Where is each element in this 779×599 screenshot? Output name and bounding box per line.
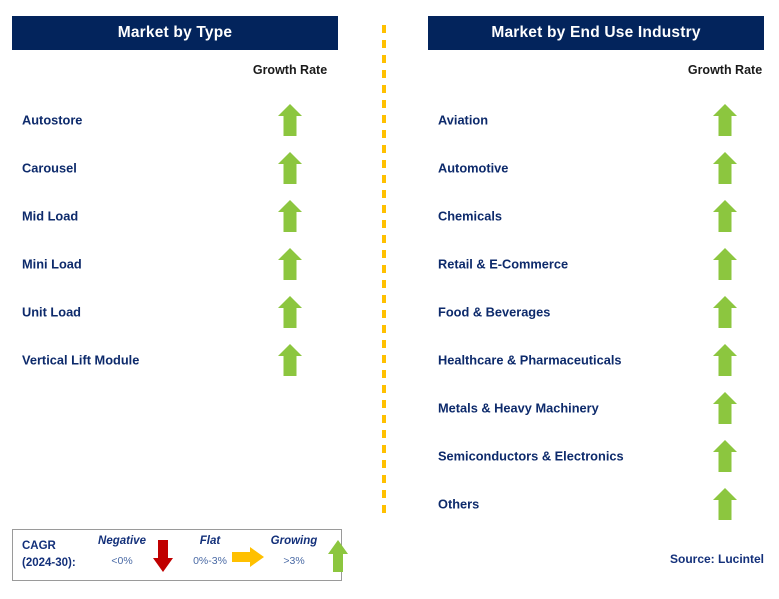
market-by-type-rows: Autostore Carousel Mid Load Mini Load Un (12, 96, 338, 384)
table-row: Autostore (12, 96, 338, 144)
table-row: Automotive (428, 144, 764, 192)
arrow-right-icon (231, 546, 265, 568)
legend-item-negative: Negative <0% (91, 535, 153, 567)
legend-item-growing: Growing >3% (263, 535, 325, 567)
row-label: Autostore (22, 112, 83, 128)
arrow-up-icon (712, 439, 738, 473)
table-row: Semiconductors & Electronics (428, 432, 764, 480)
row-label: Automotive (438, 160, 509, 176)
growth-rate-column-label: Growth Rate (687, 63, 763, 77)
table-row: Healthcare & Pharmaceuticals (428, 336, 764, 384)
arrow-up-icon (277, 199, 303, 233)
row-label: Unit Load (22, 304, 81, 320)
row-label: Carousel (22, 160, 77, 176)
row-label: Healthcare & Pharmaceuticals (438, 352, 622, 368)
growth-rate-column-label: Growth Rate (252, 63, 328, 77)
row-label: Mini Load (22, 256, 82, 272)
legend-range: >3% (283, 555, 305, 567)
source-note: Source: Lucintel (669, 552, 764, 566)
arrow-up-icon (712, 295, 738, 329)
table-row: Vertical Lift Module (12, 336, 338, 384)
table-row: Mini Load (12, 240, 338, 288)
table-row: Unit Load (12, 288, 338, 336)
arrow-up-icon (712, 199, 738, 233)
row-label: Mid Load (22, 208, 79, 224)
legend-title-line2: (2024-30): (22, 556, 76, 569)
table-row: Metals & Heavy Machinery (428, 384, 764, 432)
panel-title: Market by End Use Industry (491, 24, 701, 41)
arrow-up-icon (712, 343, 738, 377)
arrow-up-icon (277, 103, 303, 137)
arrow-up-icon (712, 391, 738, 425)
panel-header-market-by-type: Market by Type (12, 16, 338, 50)
row-label: Others (438, 496, 480, 512)
arrow-up-icon (712, 247, 738, 281)
table-row: Mid Load (12, 192, 338, 240)
legend-term: Growing (270, 535, 318, 547)
row-label: Semiconductors & Electronics (438, 448, 624, 464)
table-row: Carousel (12, 144, 338, 192)
row-label: Retail & E-Commerce (438, 256, 569, 272)
arrow-up-icon (277, 295, 303, 329)
table-row: Retail & E-Commerce (428, 240, 764, 288)
table-row: Others (428, 480, 764, 528)
table-row: Food & Beverages (428, 288, 764, 336)
arrow-up-icon (712, 151, 738, 185)
legend-term: Negative (98, 535, 146, 547)
legend-title: CAGR (2024-30): (22, 538, 76, 571)
arrow-up-icon (277, 151, 303, 185)
table-row: Aviation (428, 96, 764, 144)
panel-title: Market by Type (117, 24, 233, 41)
arrow-up-icon (277, 343, 303, 377)
cagr-legend: CAGR (2024-30): Negative <0% Flat 0%-3% … (12, 529, 348, 581)
arrow-up-icon (712, 487, 738, 521)
vertical-dashed-divider (382, 25, 386, 519)
arrow-up-icon (712, 103, 738, 137)
table-row: Chemicals (428, 192, 764, 240)
row-label: Chemicals (438, 208, 503, 224)
arrow-up-icon (277, 247, 303, 281)
arrow-up-icon (327, 539, 349, 573)
panel-header-market-by-end-use-industry: Market by End Use Industry (428, 16, 764, 50)
row-label: Food & Beverages (438, 304, 551, 320)
market-by-end-use-industry-rows: Aviation Automotive Chemicals Retail & E… (428, 96, 764, 528)
row-label: Metals & Heavy Machinery (438, 400, 599, 416)
legend-title-line1: CAGR (22, 540, 56, 552)
legend-range: <0% (111, 555, 133, 567)
arrow-down-icon (152, 539, 174, 573)
row-label: Vertical Lift Module (22, 352, 140, 368)
row-label: Aviation (438, 112, 489, 128)
